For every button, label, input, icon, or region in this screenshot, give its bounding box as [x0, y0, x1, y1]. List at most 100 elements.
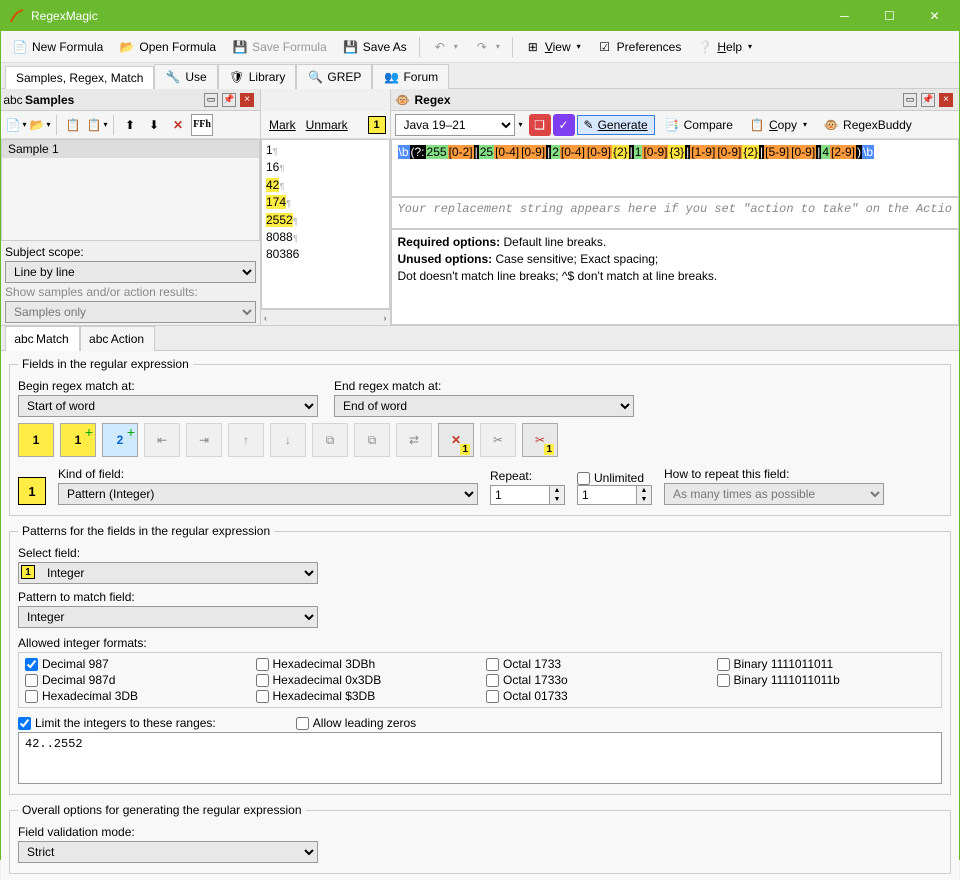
flavor-select[interactable]: Java 19–21 — [395, 114, 515, 136]
new-formula-button[interactable]: 📄New Formula — [5, 35, 110, 59]
clear-fields-button[interactable]: ✂1 — [522, 423, 558, 457]
paste-button[interactable]: 📋▾ — [86, 114, 108, 136]
swap-field-button: ⇄ — [396, 423, 432, 457]
pin-icon[interactable]: 📌 — [920, 92, 936, 108]
formats-label: Allowed integer formats: — [18, 636, 942, 650]
minimize-button[interactable]: ─ — [822, 2, 867, 31]
move-down-button[interactable]: ⬇ — [143, 114, 165, 136]
restore-icon[interactable]: ▭ — [902, 92, 918, 108]
format-option[interactable]: Hexadecimal 3DB — [25, 689, 244, 703]
paste-field-button: ⧉ — [354, 423, 390, 457]
field-1-button[interactable]: 1 — [18, 423, 54, 457]
undo-icon: ↶ — [432, 39, 448, 55]
copy-button[interactable]: 📋 — [62, 114, 84, 136]
tab-use[interactable]: 🔧Use — [154, 64, 217, 89]
lower-tabbar: abcMatch abcAction — [1, 325, 959, 351]
restore-icon[interactable]: ▭ — [203, 92, 219, 108]
subject-scope-label: Subject scope: — [5, 245, 256, 259]
view-menu[interactable]: ⊞View▾ — [518, 35, 588, 59]
window-title: RegexMagic — [31, 9, 822, 23]
grep-icon: 🔍 — [307, 69, 323, 85]
open-formula-button[interactable]: 📂Open Formula — [112, 35, 223, 59]
undo-button[interactable]: ↶▾ — [425, 35, 465, 59]
compare-button[interactable]: 📑Compare — [657, 113, 740, 137]
limit-ranges-checkbox[interactable] — [18, 717, 31, 730]
tab-library[interactable]: 🛡Library — [218, 64, 297, 89]
end-select[interactable]: End of word — [334, 395, 634, 417]
scroll-left-icon[interactable]: ‹ — [264, 313, 267, 323]
copy-menu[interactable]: 📋Copy▾ — [742, 113, 814, 137]
kind-select[interactable]: Pattern (Integer) — [58, 483, 478, 505]
tab-samples-regex-match[interactable]: Samples, Regex, Match — [5, 66, 154, 89]
end-label: End regex match at: — [334, 379, 634, 393]
select-field-select[interactable]: Integer — [18, 562, 318, 584]
maximize-button[interactable]: ☐ — [867, 2, 912, 31]
format-option[interactable]: Hexadecimal $3DB — [256, 689, 475, 703]
tab-action[interactable]: abcAction — [80, 326, 155, 351]
delete-sample-button[interactable]: ✕ — [167, 114, 189, 136]
sample-list[interactable]: Sample 1 — [1, 139, 260, 241]
tab-match[interactable]: abcMatch — [5, 326, 80, 351]
sample-text[interactable]: 1¶ 16¶ 42¶ 174¶ 2552¶ 8088¶ 80386 — [261, 139, 390, 309]
format-option[interactable]: Octal 1733 — [486, 657, 705, 671]
how-repeat-select: As many times as possible — [664, 483, 884, 505]
replacement-output[interactable]: Your replacement string appears here if … — [391, 197, 960, 229]
format-option[interactable]: Decimal 987d — [25, 673, 244, 687]
format-option[interactable]: Hexadecimal 0x3DB — [256, 673, 475, 687]
format-option[interactable]: Binary 1111011011b — [717, 673, 936, 687]
delete-field-button[interactable]: ✕1 — [438, 423, 474, 457]
format-option[interactable]: Hexadecimal 3DBh — [256, 657, 475, 671]
save-icon: 💾 — [232, 39, 248, 55]
close-button[interactable]: ✕ — [912, 2, 957, 31]
save-as-button[interactable]: 💾Save As — [336, 35, 414, 59]
buddy-icon: 🐵 — [823, 117, 839, 133]
validation-label: Field validation mode: — [18, 825, 942, 839]
mark-panel: Mark Unmark 1 1¶ 16¶ 42¶ 174¶ 2552¶ 8088… — [261, 89, 391, 325]
leading-zeros-checkbox[interactable] — [296, 717, 309, 730]
regexbuddy-button[interactable]: 🐵RegexBuddy — [816, 113, 919, 137]
samples-title: Samples — [25, 93, 74, 107]
move-down-field-button: ↓ — [270, 423, 306, 457]
subject-scope-select[interactable]: Line by line — [5, 261, 256, 283]
open-sample-button[interactable]: 📂▾ — [29, 114, 51, 136]
patterns-group: Patterns for the fields in the regular e… — [9, 524, 951, 795]
match-panel: Fields in the regular expression Begin r… — [1, 351, 959, 880]
move-up-button[interactable]: ⬆ — [119, 114, 141, 136]
format-option[interactable]: Octal 01733 — [486, 689, 705, 703]
repeat-max-spinner[interactable]: ▲▼ — [577, 485, 652, 505]
repeat-min-spinner[interactable]: ▲▼ — [490, 485, 565, 505]
pattern-select[interactable]: Integer — [18, 606, 318, 628]
panel-close-icon[interactable]: × — [938, 92, 954, 108]
panel-close-icon[interactable]: × — [239, 92, 255, 108]
add-subfield-button[interactable]: 2+ — [102, 423, 138, 457]
copy-field-button: ⧉ — [312, 423, 348, 457]
regex-output[interactable]: \b(?:255[0-2]|25[0-4][0-9]|2[0-4][0-9]{2… — [391, 139, 960, 197]
action-button[interactable]: ❑ — [529, 114, 551, 136]
help-icon: ❔ — [697, 39, 713, 55]
tab-grep[interactable]: 🔍GREP — [296, 64, 372, 89]
format-option[interactable]: Binary 1111011011 — [717, 657, 936, 671]
format-option[interactable]: Octal 1733o — [486, 673, 705, 687]
show-results-select: Samples only — [5, 301, 256, 323]
sample-item[interactable]: Sample 1 — [2, 140, 259, 158]
mark-link[interactable]: Mark — [269, 118, 296, 132]
tab-forum[interactable]: 👥Forum — [372, 64, 449, 89]
redo-button[interactable]: ↷▾ — [467, 35, 507, 59]
new-sample-button[interactable]: 📄▾ — [5, 114, 27, 136]
pin-icon[interactable]: 📌 — [221, 92, 237, 108]
add-field-button[interactable]: 1+ — [60, 423, 96, 457]
help-menu[interactable]: ❔Help▾ — [690, 35, 759, 59]
mark-field-badge[interactable]: 1 — [368, 116, 386, 134]
ranges-input[interactable]: 42..2552 — [18, 732, 942, 784]
unlimited-checkbox[interactable] — [577, 472, 590, 485]
preferences-button[interactable]: ☑Preferences — [590, 35, 689, 59]
generate-button[interactable]: ✎Generate — [577, 115, 655, 135]
begin-select[interactable]: Start of word — [18, 395, 318, 417]
how-repeat-label: How to repeat this field: — [664, 467, 884, 481]
strict-button[interactable]: ✓ — [553, 114, 575, 136]
unmark-link[interactable]: Unmark — [306, 118, 348, 132]
format-option[interactable]: Decimal 987 — [25, 657, 244, 671]
library-icon: 🛡 — [229, 69, 245, 85]
scroll-right-icon[interactable]: › — [384, 313, 387, 323]
ffh-button[interactable]: FFh — [191, 114, 213, 136]
